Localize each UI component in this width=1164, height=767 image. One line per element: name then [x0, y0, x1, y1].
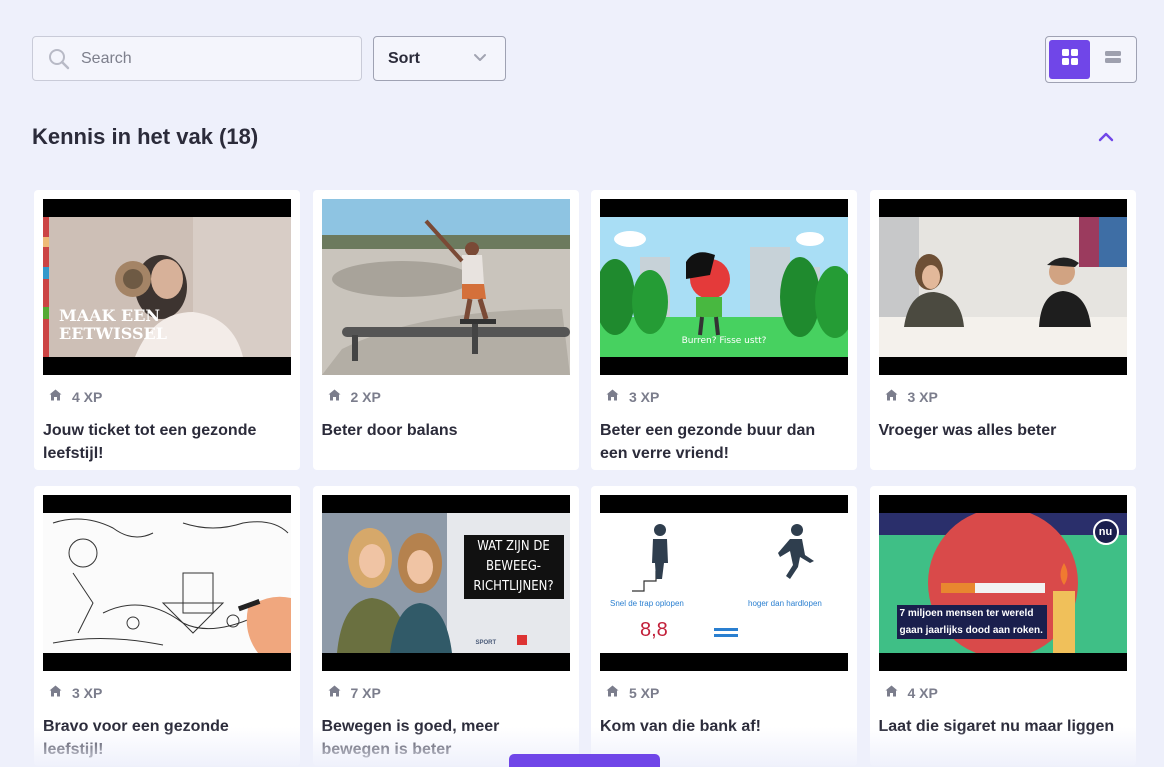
video-thumbnail: Burren? Fisse ustt?	[600, 199, 848, 375]
course-card[interactable]: Burren? Fisse ustt? 3 XP Beter een gezon…	[591, 190, 857, 470]
card-title: Kom van die bank af!	[600, 718, 761, 735]
course-grid: MAAK EEN EETWISSEL 4 XP Jouw ticket tot …	[34, 190, 1136, 766]
section-title: Kennis in het vak (18)	[32, 124, 259, 149]
thumbnail-value: 8,8	[640, 619, 668, 641]
course-card[interactable]: MAAK EEN EETWISSEL 4 XP Jouw ticket tot …	[34, 190, 300, 470]
toolbar: Sort	[32, 36, 1137, 83]
xp-badge: 2 XP	[350, 389, 381, 405]
card-meta: 2 XP	[322, 388, 570, 406]
thumbnail-headline: WAT ZIJN DE BEWEEG-RICHTLIJNEN?	[463, 535, 564, 599]
course-card[interactable]: 3 XP Bravo voor een gezonde leefstijl!	[34, 486, 300, 766]
video-thumbnail: MAAK EEN EETWISSEL	[43, 199, 291, 375]
thumbnail-subtitle: Burren? Fisse ustt?	[681, 336, 767, 346]
sort-label: Sort	[388, 49, 420, 67]
card-title: Beter door balans	[321, 422, 458, 439]
grid-view-button[interactable]	[1049, 40, 1090, 79]
home-icon	[328, 684, 341, 702]
view-toggle	[1045, 36, 1137, 83]
video-thumbnail	[321, 199, 570, 375]
home-icon	[606, 684, 619, 702]
section-header: Kennis in het vak (18)	[32, 122, 1122, 154]
sort-dropdown[interactable]: Sort	[373, 36, 506, 81]
card-title: Jouw ticket tot een gezonde leefstijl!	[43, 422, 257, 462]
card-meta: 4 XP	[43, 388, 291, 406]
course-card[interactable]: nu 7 miljoen mensen ter wereld gaan jaar…	[869, 486, 1136, 766]
xp-badge: 4 XP	[72, 389, 103, 405]
card-title: Vroeger was alles beter	[878, 422, 1057, 439]
list-icon	[1104, 49, 1122, 70]
video-thumbnail	[878, 199, 1127, 375]
card-title: Beter een gezonde buur dan een verre vri…	[600, 422, 816, 462]
video-thumbnail: nu 7 miljoen mensen ter wereld gaan jaar…	[878, 495, 1127, 671]
video-thumbnail: WAT ZIJN DE BEWEEG-RICHTLIJNEN? SPORT	[321, 495, 570, 671]
card-title: Laat die sigaret nu maar liggen	[878, 718, 1115, 735]
home-icon	[49, 388, 62, 406]
card-meta: 5 XP	[600, 684, 848, 702]
course-card[interactable]: WAT ZIJN DE BEWEEG-RICHTLIJNEN? SPORT 7 …	[312, 486, 579, 766]
home-icon	[328, 388, 341, 406]
thumbnail-label-right: hoger dan hardlopen	[748, 599, 822, 608]
video-thumbnail: Snel de trap oplopen hoger dan hardlopen…	[600, 495, 848, 671]
xp-badge: 3 XP	[629, 389, 660, 405]
thumbnail-caption: 7 miljoen mensen ter wereld gaan jaarlij…	[896, 605, 1047, 639]
xp-badge: 7 XP	[350, 685, 381, 701]
card-title: Bravo voor een gezonde leefstijl!	[43, 718, 229, 758]
course-card[interactable]: 3 XP Vroeger was alles beter	[869, 190, 1136, 470]
card-meta: 7 XP	[322, 684, 570, 702]
card-meta: 3 XP	[879, 388, 1127, 406]
search-icon	[37, 37, 81, 81]
home-icon	[885, 388, 898, 406]
load-more-button[interactable]	[509, 754, 660, 767]
home-icon	[49, 684, 62, 702]
list-view-button[interactable]	[1092, 40, 1133, 79]
card-meta: 3 XP	[600, 388, 848, 406]
thumbnail-caption: MAAK EEN EETWISSEL	[59, 306, 167, 343]
card-meta: 3 XP	[43, 684, 291, 702]
chevron-down-icon	[473, 50, 487, 68]
nu-logo: nu	[1092, 519, 1119, 545]
xp-badge: 5 XP	[629, 685, 660, 701]
xp-badge: 3 XP	[72, 685, 103, 701]
search-input[interactable]	[81, 38, 341, 79]
home-icon	[885, 684, 898, 702]
grid-icon	[1061, 48, 1079, 71]
thumbnail-label-left: Snel de trap oplopen	[610, 599, 684, 608]
course-card[interactable]: Snel de trap oplopen hoger dan hardlopen…	[591, 486, 857, 766]
video-thumbnail	[43, 495, 291, 671]
collapse-section-button[interactable]	[1094, 126, 1118, 150]
search-box[interactable]	[32, 36, 362, 81]
thumbnail-footer: SPORT	[475, 640, 497, 646]
xp-badge: 3 XP	[907, 389, 938, 405]
xp-badge: 4 XP	[907, 685, 938, 701]
course-card[interactable]: 2 XP Beter door balans	[312, 190, 579, 470]
home-icon	[606, 388, 619, 406]
card-meta: 4 XP	[879, 684, 1127, 702]
chevron-up-icon	[1098, 129, 1114, 147]
